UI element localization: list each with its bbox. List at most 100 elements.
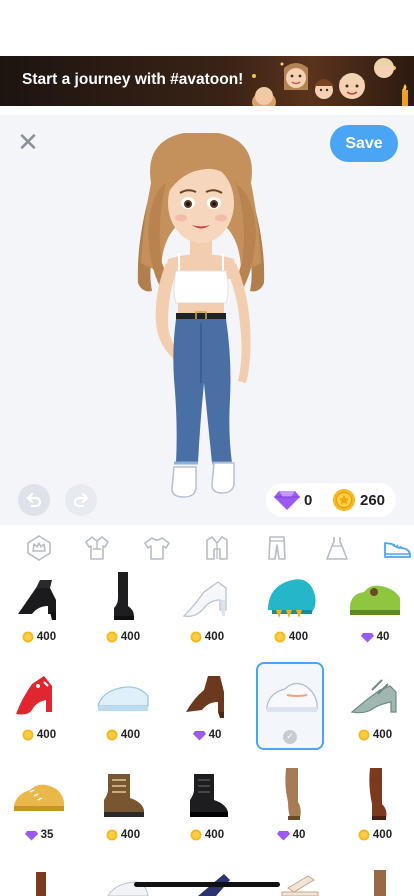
tan-knee-boot [285,768,301,820]
gem-count: 0 [304,492,313,509]
price-value: 400 [288,631,309,643]
coin-icon [106,829,118,841]
black-combat-boot [190,774,228,817]
price-value: 400 [372,729,393,741]
avatar-figure [137,133,265,498]
currency-balance[interactable]: 0 260 [266,483,396,517]
coin-icon [333,489,355,511]
tab-tops[interactable] [142,533,172,563]
category-tabs [0,525,414,571]
tab-bottoms[interactable] [262,533,292,563]
tab-dresses[interactable] [322,533,352,563]
light-blue-sneaker [97,686,149,711]
price-value: 40 [376,631,390,643]
coin-icon [190,631,202,643]
shop-item[interactable]: 400 [174,566,240,652]
green-sneaker [350,585,400,615]
price-value: 400 [204,829,225,841]
price-tag: 400 [90,631,156,643]
price-value: 40 [292,829,306,841]
shop-item[interactable]: 400 [6,664,72,750]
coin-icon [274,631,286,643]
banner-avatars-illustration [252,58,408,106]
shop-item[interactable]: 400 [6,566,72,652]
gold-sneaker [14,784,64,811]
shop-item[interactable]: 40 [342,566,408,652]
price-value: 400 [36,729,57,741]
save-button[interactable]: Save [330,125,398,162]
price-value: 40 [208,729,222,741]
price-tag: 400 [6,729,72,741]
shop-item[interactable]: 400 [342,764,408,850]
price-value: 35 [40,829,54,841]
undo-icon [26,492,42,508]
price-value: 400 [36,631,57,643]
shop-item[interactable]: 400 [342,664,408,750]
shoe-icon [384,542,411,558]
price-tag: 400 [90,729,156,741]
gem-icon [360,632,374,642]
undo-button[interactable] [18,484,50,516]
tab-outerwear[interactable] [202,533,232,563]
shop-item-selected[interactable]: ✓ [256,662,324,750]
shop-item[interactable]: 40 [174,664,240,750]
gem-icon [276,830,290,840]
price-value: 400 [372,829,393,841]
shop-item[interactable]: 400 [90,664,156,750]
price-tag: 400 [342,829,408,841]
price-tag: 40 [342,631,408,643]
shop-item[interactable]: 40 [258,764,324,850]
teal-monster-paw-shoe [268,579,316,618]
coin-icon [358,829,370,841]
shop-item[interactable]: 400 [174,764,240,850]
promo-banner[interactable]: Start a journey with #avatoon! [0,56,414,106]
price-tag: 400 [174,829,240,841]
price-tag: 400 [174,631,240,643]
price-value: 400 [120,829,141,841]
price-tag: 35 [6,829,72,841]
tab-shoes[interactable] [382,533,412,563]
shop-item[interactable]: 400 [258,566,324,652]
redo-button[interactable] [65,484,97,516]
price-tag: 40 [174,729,240,741]
coin-icon [22,631,34,643]
gem-icon [24,830,38,840]
black-ankle-bootie [18,580,56,620]
close-icon[interactable]: ✕ [16,130,40,156]
partial-item-tall-boot [374,870,386,896]
partial-item-sandal [281,875,319,896]
crown-icon [27,535,51,561]
price-value: 400 [120,631,141,643]
black-tall-boot [114,572,134,620]
price-tag: 400 [6,631,72,643]
home-indicator [134,882,280,887]
price-value: 400 [204,631,225,643]
silver-sandal [350,679,397,714]
price-tag: 400 [90,829,156,841]
white-sneaker [266,682,318,712]
owned-check-icon: ✓ [283,730,297,744]
coin-icon [358,729,370,741]
brown-combat-boot [104,774,144,817]
price-tag: 40 [258,829,324,841]
coin-icon [190,829,202,841]
price-tag: 400 [342,729,408,741]
shop-item[interactable]: 400 [90,764,156,850]
coin-icon [106,729,118,741]
partial-item-boot [36,872,46,896]
outfit-icon [85,536,109,560]
tab-accessories[interactable] [24,533,54,563]
coin-count: 260 [360,492,386,509]
white-glass-heel [182,581,227,617]
gem-icon [192,730,206,740]
jacket-icon [206,536,228,560]
coin-icon [106,631,118,643]
tshirt-icon [144,537,170,560]
brown-knee-boot [369,768,387,820]
shop-item[interactable]: 400 [90,566,156,652]
pants-icon [268,536,286,560]
redo-icon [73,492,89,508]
red-strappy-heel [16,676,52,715]
shop-item[interactable]: 35 [6,764,72,850]
tab-outfits[interactable] [82,533,112,563]
